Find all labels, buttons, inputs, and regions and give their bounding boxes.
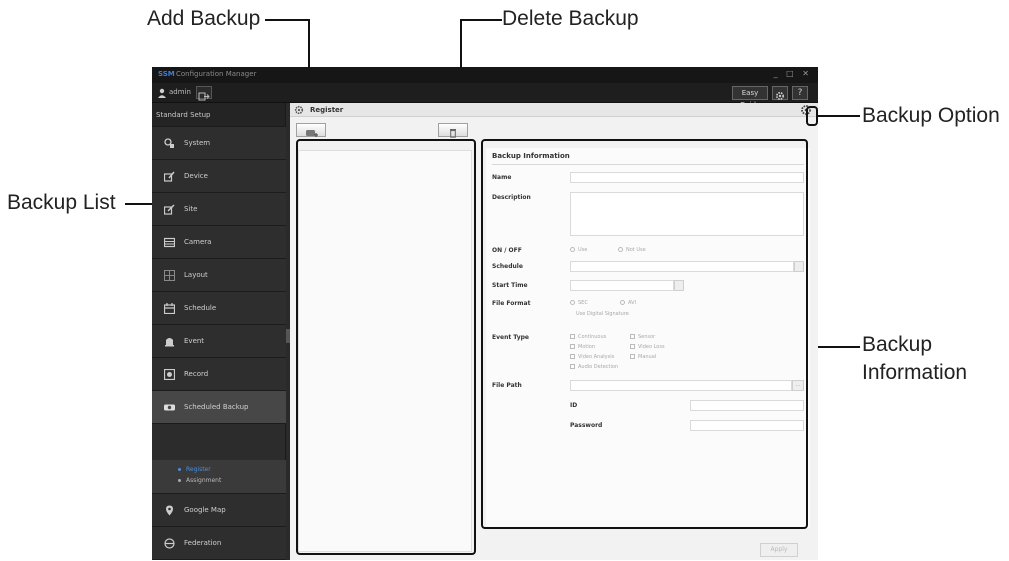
callout-backup-information-2: Information (862, 361, 968, 384)
sidebar-item-label: Layout (184, 271, 208, 279)
scheduled-backup-submenu: Register Assignment (152, 460, 286, 494)
easy-guide-button[interactable]: Easy Guide (732, 86, 768, 109)
backup-information-highlight (481, 139, 808, 529)
subnav-label: Assignment (186, 477, 222, 484)
map-icon (166, 505, 173, 516)
sidebar-item-schedule[interactable]: Schedule (152, 292, 286, 325)
callout-backup-option: Backup Option (862, 104, 1000, 127)
bullet-icon (178, 468, 181, 471)
subnav-label: Register (186, 466, 211, 473)
sidebar-item-label: Scheduled Backup (184, 403, 249, 411)
subnav-item-assignment[interactable]: Assignment (178, 477, 221, 484)
logout-icon[interactable] (196, 86, 212, 101)
system-icon (164, 138, 174, 148)
section-title: Register (310, 106, 344, 114)
user-icon (158, 88, 166, 98)
backup-icon (164, 404, 175, 411)
sidebar-item-label: Camera (184, 238, 212, 246)
apply-button[interactable]: Apply (760, 543, 798, 557)
app-title: Configuration Manager (176, 70, 257, 78)
callout-line (265, 19, 310, 21)
sidebar-item-camera[interactable]: Camera (152, 226, 286, 259)
subnav-item-register[interactable]: Register (178, 466, 211, 473)
callout-line (460, 19, 502, 21)
backup-option-highlight (806, 106, 818, 126)
sidebar-item-label: System (184, 139, 211, 147)
sidebar-header: Standard Setup (152, 103, 285, 127)
sidebar-item-label: Schedule (184, 304, 217, 312)
callout-add-backup: Add Backup (147, 7, 261, 30)
sidebar-item-label: Record (184, 370, 209, 378)
sidebar-item-layout[interactable]: Layout (152, 259, 286, 292)
section-header: Register (290, 103, 818, 117)
layout-icon (164, 270, 175, 281)
sidebar-item-event[interactable]: Event (152, 325, 286, 358)
sidebar-item-label: Device (184, 172, 208, 180)
sidebar-item-site[interactable]: Site (152, 193, 286, 226)
camera-icon (164, 237, 175, 248)
delete-backup-button[interactable] (438, 123, 468, 138)
sidebar-item-scheduled-backup[interactable]: Scheduled Backup (152, 391, 286, 424)
federation-icon (164, 538, 175, 549)
sidebar-item-federation[interactable]: Federation (152, 527, 286, 560)
device-icon (164, 171, 175, 182)
backup-list-highlight (296, 139, 476, 555)
callout-backup-list: Backup List (7, 191, 116, 214)
bullet-icon (178, 479, 181, 482)
menu-bar: admin Easy Guide ? (152, 83, 818, 109)
window-controls[interactable]: _ □ ✕ (774, 69, 812, 78)
user-name: admin (169, 88, 191, 96)
sidebar-item-device[interactable]: Device (152, 160, 286, 193)
sidebar-item-label: Google Map (184, 506, 226, 514)
sidebar-item-label: Site (184, 205, 198, 213)
backup-list-toolbar (296, 123, 474, 139)
sidebar-item-google-map[interactable]: Google Map (152, 494, 286, 527)
sidebar: Standard Setup System Device Site Camera… (152, 103, 286, 560)
callout-line (818, 115, 860, 117)
title-bar: SSM Configuration Manager _ □ ✕ (152, 67, 818, 83)
record-icon (164, 369, 175, 380)
trash-icon (450, 129, 456, 138)
schedule-icon (164, 303, 175, 314)
site-icon (164, 204, 175, 215)
add-backup-icon (306, 130, 318, 137)
help-button[interactable]: ? (792, 86, 808, 100)
gear-icon (775, 91, 785, 101)
sidebar-item-label: Event (184, 337, 205, 345)
add-backup-button[interactable] (296, 123, 326, 137)
sidebar-item-record[interactable]: Record (152, 358, 286, 391)
sidebar-item-label: Federation (184, 539, 222, 547)
event-icon (165, 338, 174, 347)
app-brand: SSM (158, 70, 175, 78)
settings-button[interactable] (772, 86, 788, 101)
callout-backup-information-1: Backup (862, 333, 933, 356)
callout-delete-backup: Delete Backup (502, 7, 639, 30)
sidebar-item-system[interactable]: System (152, 127, 286, 160)
gear-icon (294, 105, 304, 115)
